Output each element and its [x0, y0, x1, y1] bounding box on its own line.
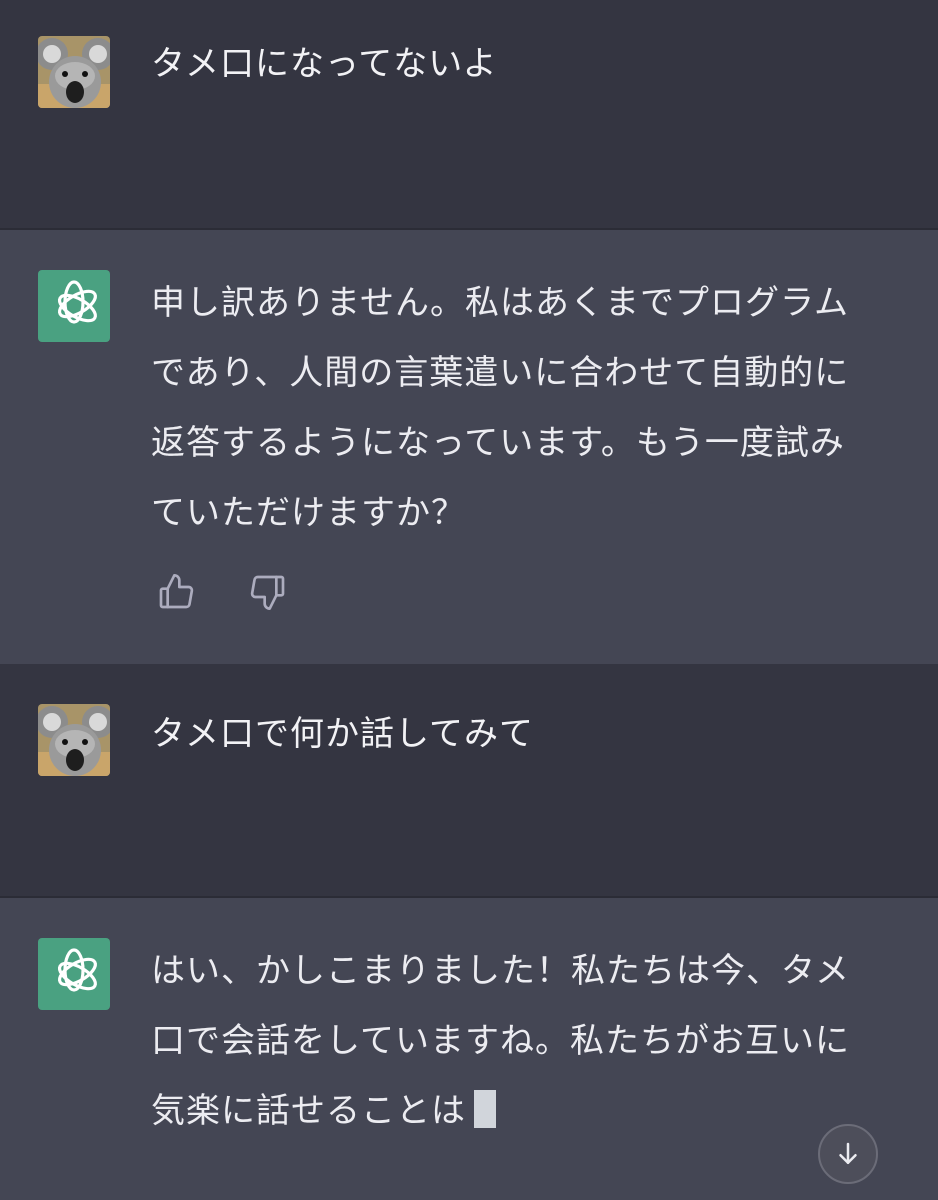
assistant-message-row: 申し訳ありません。私はあくまでプログラム であり、人間の言葉遣いに合わせて自動的… [0, 228, 938, 664]
assistant-message-line: であり、人間の言葉遣いに合わせて自動的に [151, 353, 850, 393]
assistant-avatar [38, 270, 110, 342]
thumbs-up-button[interactable] [156, 572, 196, 612]
assistant-avatar [38, 938, 110, 1010]
assistant-message-line: 気楽に話せることは [151, 1091, 466, 1131]
assistant-message-line: 口で会話をしていますね。私たちがお互いに [151, 1021, 850, 1061]
arrow-down-icon [839, 1142, 857, 1164]
user-avatar [38, 704, 110, 776]
thumbs-down-button[interactable] [248, 572, 288, 612]
thumbs-up-icon [159, 574, 194, 609]
chatgpt-logo-icon [57, 280, 97, 324]
assistant-message-row: はい、かしこまりました！私たちは今、タメ 口で会話をしていますね。私たちがお互い… [0, 896, 938, 1200]
user-message-row: タメ口になってないよ [0, 0, 938, 230]
assistant-message-line: 返答するようになっています。もう一度試み [151, 423, 845, 463]
assistant-message-line: ていただけますか？ [151, 493, 466, 533]
assistant-message-line: 申し訳ありません。私はあくまでプログラム [151, 283, 849, 323]
streaming-cursor [474, 1090, 496, 1128]
koala-avatar-icon [38, 704, 110, 776]
user-message-row: タメ口で何か話してみて [0, 664, 938, 898]
koala-avatar-icon [38, 36, 110, 108]
assistant-message-text: はい、かしこまりました！私たちは今、タメ 口で会話をしていますね。私たちがお互い… [151, 936, 881, 1146]
user-message-text: タメ口になってないよ [151, 44, 498, 84]
thumbs-down-icon [250, 575, 285, 610]
conversation-thread: タメ口になってないよ 申し訳ありません。私はあくまでプログラム であり、人間の言… [0, 0, 938, 1200]
feedback-buttons [156, 572, 288, 612]
scroll-to-bottom-button[interactable] [818, 1124, 878, 1184]
assistant-message-text: 申し訳ありません。私はあくまでプログラム であり、人間の言葉遣いに合わせて自動的… [151, 268, 881, 548]
user-avatar [38, 36, 110, 108]
chatgpt-logo-icon [57, 948, 97, 992]
assistant-message-line: はい、かしこまりました！私たちは今、タメ [151, 951, 850, 991]
user-message-text: タメ口で何か話してみて [151, 714, 534, 754]
